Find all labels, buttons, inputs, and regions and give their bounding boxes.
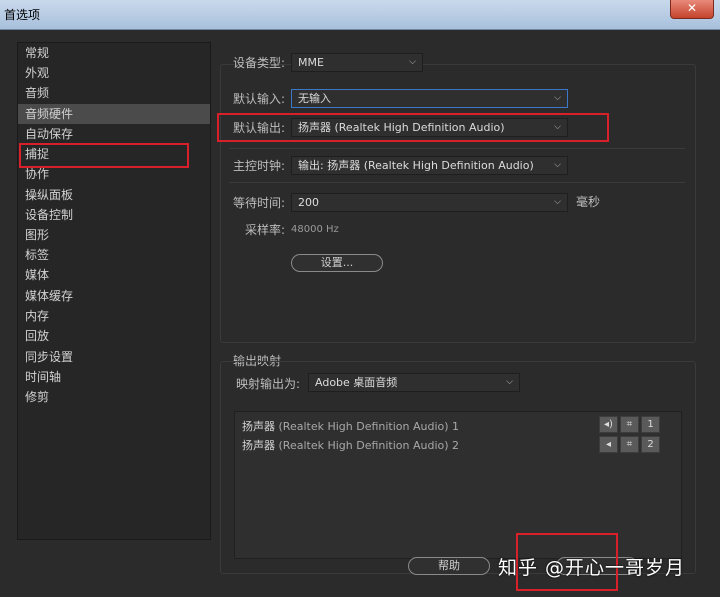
- sidebar-item-general[interactable]: 常规: [18, 43, 210, 63]
- sidebar-item-graphics[interactable]: 图形: [18, 225, 210, 245]
- sidebar-item-appearance[interactable]: 外观: [18, 63, 210, 83]
- speaker-icon[interactable]: ◂): [599, 416, 618, 433]
- close-button[interactable]: ✕: [670, 0, 714, 19]
- sidebar-item-trim[interactable]: 修剪: [18, 387, 210, 407]
- sidebar-item-memory[interactable]: 内存: [18, 306, 210, 326]
- master-clock-dropdown[interactable]: 输出: 扬声器 (Realtek High Definition Audio) …: [291, 156, 568, 175]
- help-button[interactable]: 帮助: [408, 557, 490, 575]
- output-mapping-list: 扬声器 (Realtek High Definition Audio) 1 扬声…: [234, 411, 682, 559]
- divider: [229, 182, 685, 183]
- list-item[interactable]: 扬声器 (Realtek High Definition Audio) 1: [242, 418, 459, 434]
- speaker-name: 扬声器: [242, 439, 275, 452]
- latency-label: 等待时间:: [233, 196, 286, 210]
- default-output-dropdown[interactable]: 扬声器 (Realtek High Definition Audio) ⌵: [291, 118, 568, 137]
- sidebar-item-media[interactable]: 媒体: [18, 265, 210, 285]
- watermark-text: 知乎 @开心一哥岁月: [498, 557, 686, 579]
- window-title: 首选项: [4, 8, 41, 22]
- speaker-name: 扬声器: [242, 420, 275, 433]
- sidebar-item-audio-hardware[interactable]: 音频硬件: [18, 104, 210, 124]
- settings-button[interactable]: 设置...: [291, 254, 383, 272]
- chevron-down-icon: ⌵: [554, 122, 561, 132]
- mute-icon[interactable]: ◂: [599, 436, 618, 453]
- map-output-value: Adobe 桌面音频: [315, 376, 398, 389]
- preferences-sidebar: 常规 外观 音频 音频硬件 自动保存 捕捉 协作 操纵面板 设备控制 图形 标签…: [17, 42, 211, 540]
- default-input-label: 默认输入:: [233, 92, 286, 106]
- default-input-dropdown[interactable]: 无输入 ⌵: [291, 89, 568, 108]
- default-output-label: 默认输出:: [233, 121, 286, 135]
- chevron-down-icon: ⌵: [554, 197, 561, 207]
- sidebar-item-timeline[interactable]: 时间轴: [18, 367, 210, 387]
- device-type-dropdown[interactable]: MME ⌵: [291, 53, 423, 72]
- divider: [229, 148, 685, 149]
- master-clock-value: 输出: 扬声器 (Realtek High Definition Audio): [298, 159, 534, 172]
- sample-rate-value: 48000 Hz: [291, 224, 339, 235]
- speaker-detail: (Realtek High Definition Audio) 2: [278, 439, 460, 452]
- map-output-dropdown[interactable]: Adobe 桌面音频 ⌵: [308, 373, 520, 392]
- latency-value: 200: [298, 196, 319, 209]
- latency-unit: 毫秒: [576, 195, 601, 209]
- frame-icon[interactable]: ⌗: [620, 416, 639, 433]
- channel-badge: 2: [641, 436, 660, 453]
- sidebar-item-device-control[interactable]: 设备控制: [18, 205, 210, 225]
- sidebar-item-playback[interactable]: 回放: [18, 326, 210, 346]
- chevron-down-icon: ⌵: [554, 93, 561, 103]
- sidebar-item-control-surface[interactable]: 操纵面板: [18, 185, 210, 205]
- channel-badge: 1: [641, 416, 660, 433]
- sidebar-item-capture[interactable]: 捕捉: [18, 144, 210, 164]
- sidebar-item-labels[interactable]: 标签: [18, 245, 210, 265]
- master-clock-label: 主控时钟:: [233, 159, 286, 173]
- map-output-label: 映射输出为:: [236, 377, 301, 391]
- speaker-detail: (Realtek High Definition Audio) 1: [278, 420, 460, 433]
- latency-dropdown[interactable]: 200 ⌵: [291, 193, 568, 212]
- default-input-value: 无输入: [298, 92, 331, 105]
- chevron-down-icon: ⌵: [554, 160, 561, 170]
- sidebar-item-sync-settings[interactable]: 同步设置: [18, 347, 210, 367]
- sidebar-item-collaboration[interactable]: 协作: [18, 164, 210, 184]
- chevron-down-icon: ⌵: [506, 377, 513, 387]
- sidebar-item-audio[interactable]: 音频: [18, 83, 210, 103]
- frame-icon[interactable]: ⌗: [620, 436, 639, 453]
- device-type-label: 设备类型:: [233, 56, 286, 70]
- device-type-value: MME: [298, 56, 324, 69]
- sidebar-item-auto-save[interactable]: 自动保存: [18, 124, 210, 144]
- default-output-value: 扬声器 (Realtek High Definition Audio): [298, 121, 505, 134]
- sidebar-item-media-cache[interactable]: 媒体缓存: [18, 286, 210, 306]
- chevron-down-icon: ⌵: [409, 57, 416, 67]
- close-icon: ✕: [686, 1, 698, 15]
- sample-rate-label: 采样率:: [245, 223, 286, 237]
- window-titlebar: 首选项 ✕: [0, 0, 720, 30]
- list-item[interactable]: 扬声器 (Realtek High Definition Audio) 2: [242, 437, 459, 453]
